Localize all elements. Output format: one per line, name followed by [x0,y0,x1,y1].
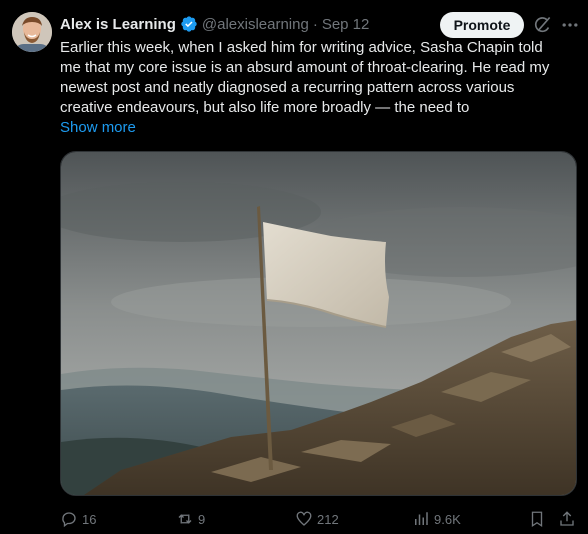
tweet-date[interactable]: Sep 12 [322,16,370,33]
retweet-count: 9 [198,511,206,527]
like-count: 212 [317,511,339,527]
separator-dot: · [312,15,318,33]
tweet-text-line: me that my core issue is an absurd amoun… [60,59,550,76]
tweet-text-line: Earlier this week, when I asked him for … [60,39,543,56]
tweet-text: Earlier this week, when I asked him for … [60,38,580,118]
views-button[interactable]: 9.6K [412,508,461,530]
views-count: 9.6K [434,511,461,527]
more-icon[interactable] [560,15,580,35]
show-more-link[interactable]: Show more [60,119,136,136]
heart-icon [296,511,312,526]
reply-button[interactable]: 16 [60,508,96,530]
verified-badge-icon[interactable] [180,15,198,33]
analytics-icon [415,512,428,525]
like-button[interactable]: 212 [295,508,339,530]
reply-icon [62,512,76,528]
share-button[interactable] [558,508,580,530]
avatar[interactable] [12,12,52,52]
retweet-icon [178,514,192,524]
tweet-image[interactable] [60,151,577,496]
share-icon [560,511,574,526]
reply-count: 16 [82,511,97,527]
tweet-actions: 16 9 212 9.6K [60,508,580,530]
author-name[interactable]: Alex is Learning [60,16,176,33]
bookmark-icon [531,511,543,528]
bookmark-button[interactable] [528,508,550,530]
tweet-header: Alex is Learning @alexislearning · Sep 1… [60,13,369,35]
author-handle[interactable]: @alexislearning [202,16,309,33]
tweet-text-line: newest post and neatly diagnosed a recur… [60,79,515,96]
retweet-button[interactable]: 9 [176,508,205,530]
promote-button[interactable]: Promote [440,12,524,38]
grok-icon[interactable] [533,15,553,35]
tweet-text-line: creative endeavours, but also life more … [60,99,470,116]
